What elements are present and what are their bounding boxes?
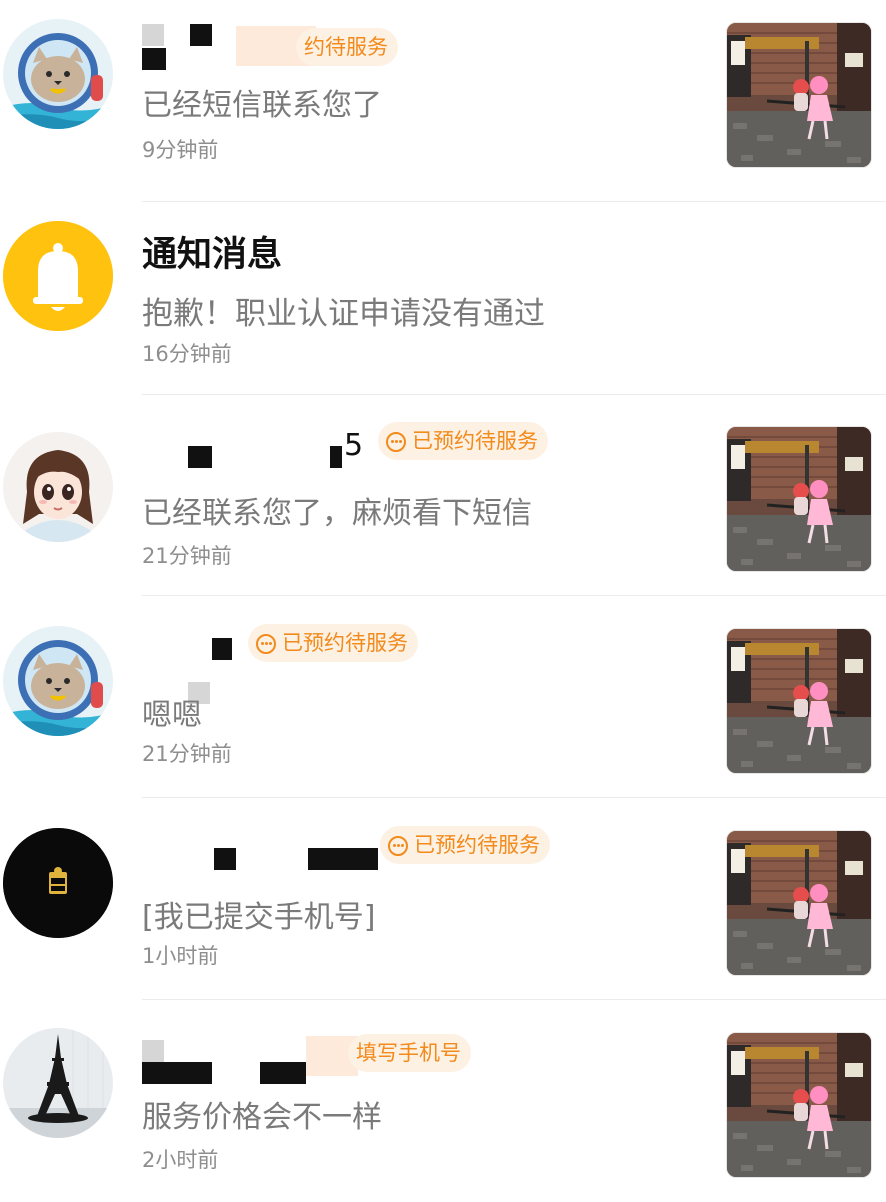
message-preview: 已经短信联系您了: [142, 88, 382, 123]
message-preview: 抱歉！职业认证申请没有通过: [142, 296, 545, 332]
cat-astronaut-avatar[interactable]: [3, 626, 113, 736]
redaction-mark: [308, 848, 378, 870]
contact-name-fragment: 5: [344, 428, 364, 463]
timestamp: 21分钟前: [142, 544, 232, 568]
redaction-mark: [214, 848, 236, 870]
redaction-mark: [188, 446, 212, 468]
service-thumbnail[interactable]: [726, 830, 872, 976]
service-thumbnail[interactable]: [726, 1032, 872, 1178]
service-thumbnail[interactable]: [726, 426, 872, 572]
redaction-mark: [212, 638, 232, 660]
badge-label: 已预约待服务: [414, 833, 540, 857]
message-list: 约待服务 已经短信联系您了 9分钟前 通知消息 抱歉！职业认证申请没有通过 16…: [0, 0, 886, 1200]
redaction-mark: [142, 1062, 212, 1084]
message-preview: 嗯嗯: [142, 698, 202, 733]
status-badge: 已预约待服务: [380, 826, 550, 864]
timestamp: 16分钟前: [142, 342, 232, 366]
status-badge: 约待服务: [296, 28, 398, 66]
redaction-mark: [142, 24, 164, 46]
conversation-row[interactable]: 通知消息 抱歉！职业认证申请没有通过 16分钟前: [0, 192, 886, 395]
eiffel-tower-avatar[interactable]: [3, 1028, 113, 1138]
black-circle-logo-avatar[interactable]: [3, 828, 113, 938]
service-thumbnail[interactable]: [726, 628, 872, 774]
conversation-row[interactable]: 已预约待服务 嗯嗯 21分钟前: [0, 596, 886, 798]
timestamp: 9分钟前: [142, 138, 219, 162]
service-thumbnail[interactable]: [726, 22, 872, 168]
redaction-mark: [142, 1040, 164, 1062]
badge-label: 已预约待服务: [282, 631, 408, 655]
contact-name: 约待服务: [142, 20, 702, 76]
more-dots-icon: [386, 432, 406, 452]
contact-name: 通知消息: [142, 235, 283, 275]
message-preview: [我已提交手机号]: [142, 900, 376, 935]
contact-name: 填写手机号: [142, 1020, 702, 1084]
badge-label: 已预约待服务: [412, 429, 538, 453]
conversation-row[interactable]: 5 已预约待服务 已经联系您了，麻烦看下短信 21分钟前: [0, 394, 886, 596]
conversation-row[interactable]: 已预约待服务 [我已提交手机号] 1小时前: [0, 798, 886, 1000]
badge-label: 约待服务: [304, 35, 388, 59]
badge-label: 填写手机号: [356, 1041, 461, 1065]
redaction-mark: [330, 446, 342, 468]
cat-astronaut-avatar[interactable]: [3, 19, 113, 129]
status-badge: 填写手机号: [348, 1034, 471, 1072]
timestamp: 21分钟前: [142, 742, 232, 766]
status-badge: 已预约待服务: [378, 422, 548, 460]
cartoon-girl-avatar[interactable]: [3, 432, 113, 542]
contact-name-line: 通知消息: [142, 212, 702, 275]
redaction-mark: [260, 1062, 306, 1084]
redaction-mark: [142, 48, 166, 70]
contact-name: 已预约待服务: [142, 616, 702, 704]
message-preview: 已经联系您了，麻烦看下短信: [142, 496, 532, 531]
conversation-row[interactable]: 填写手机号 服务价格会不一样 2小时前: [0, 1000, 886, 1202]
more-dots-icon: [388, 836, 408, 856]
message-preview: 服务价格会不一样: [142, 1100, 382, 1135]
timestamp: 2小时前: [142, 1148, 219, 1172]
contact-name: 5 已预约待服务: [142, 414, 702, 470]
more-dots-icon: [256, 634, 276, 654]
status-badge: 已预约待服务: [248, 624, 418, 662]
timestamp: 1小时前: [142, 944, 219, 968]
bell-icon[interactable]: [3, 221, 113, 331]
contact-name: 已预约待服务: [142, 818, 702, 874]
conversation-row[interactable]: 约待服务 已经短信联系您了 9分钟前: [0, 0, 886, 202]
redaction-mark: [190, 24, 212, 46]
